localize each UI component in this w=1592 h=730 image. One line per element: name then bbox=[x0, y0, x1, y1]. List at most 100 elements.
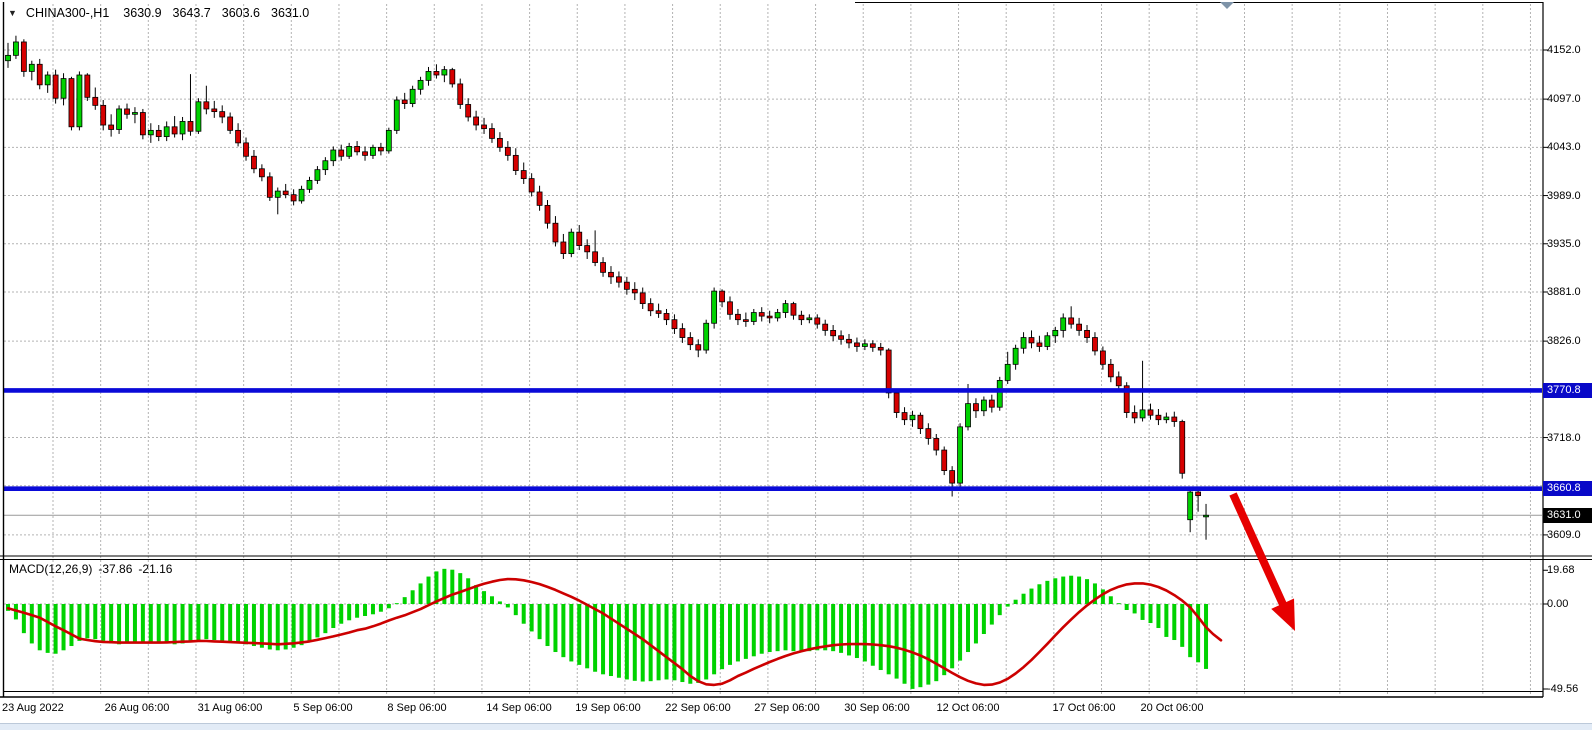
bear-candle-body bbox=[585, 246, 590, 252]
macd-histogram-bar bbox=[744, 604, 748, 659]
macd-histogram-bar bbox=[228, 604, 232, 642]
trend-arrow-shaft[interactable] bbox=[1233, 494, 1285, 609]
bear-candle-body bbox=[759, 313, 764, 317]
bull-candle-body bbox=[704, 323, 709, 350]
bull-candle-body bbox=[418, 80, 423, 89]
bear-candle-body bbox=[1069, 318, 1074, 324]
bear-candle-body bbox=[577, 232, 582, 245]
quote-open: 3630.9 bbox=[123, 6, 161, 20]
macd-histogram-bar bbox=[807, 604, 811, 651]
macd-histogram-bar bbox=[117, 604, 121, 644]
bear-candle-body bbox=[815, 318, 820, 324]
macd-histogram-bar bbox=[720, 604, 724, 669]
macd-histogram-bar bbox=[728, 604, 732, 665]
bear-candle-body bbox=[259, 169, 264, 177]
macd-histogram-bar bbox=[498, 601, 502, 604]
macd-histogram-bar bbox=[355, 604, 359, 618]
macd-histogram-bar bbox=[387, 604, 391, 608]
bear-candle-body bbox=[69, 79, 74, 127]
macd-histogram-bar bbox=[966, 604, 970, 652]
bear-candle-body bbox=[172, 127, 177, 134]
macd-histogram-bar bbox=[125, 604, 129, 643]
macd-histogram-bar bbox=[672, 604, 676, 680]
macd-histogram-bar bbox=[260, 604, 264, 648]
bear-candle-body bbox=[1132, 413, 1137, 418]
bull-candle-body bbox=[1013, 348, 1018, 364]
bear-candle-body bbox=[1180, 421, 1185, 473]
macd-histogram-bar bbox=[427, 577, 431, 604]
macd-histogram-bar bbox=[665, 604, 669, 679]
macd-histogram-bar bbox=[1164, 604, 1168, 637]
bull-candle-body bbox=[132, 113, 137, 115]
macd-histogram-bar bbox=[791, 604, 795, 651]
bear-candle-body bbox=[474, 117, 479, 125]
macd-histogram-bar bbox=[1133, 604, 1137, 613]
bear-candle-body bbox=[291, 195, 296, 201]
macd-histogram-bar bbox=[910, 604, 914, 689]
chart-window[interactable]: ▼ CHINA300-,H1 3630.9 3643.7 3603.6 3631… bbox=[0, 0, 1592, 730]
bull-candle-body bbox=[323, 161, 328, 170]
candlestick-chart[interactable] bbox=[0, 0, 1592, 730]
macd-histogram-bar bbox=[1029, 589, 1033, 604]
bear-candle-body bbox=[267, 177, 272, 198]
bull-candle-body bbox=[1164, 417, 1169, 420]
macd-histogram-bar bbox=[1125, 604, 1129, 610]
bull-candle-body bbox=[981, 400, 986, 411]
macd-histogram-bar bbox=[950, 604, 954, 668]
macd-histogram-bar bbox=[569, 604, 573, 661]
macd-histogram-bar bbox=[395, 603, 399, 604]
macd-histogram-bar bbox=[181, 604, 185, 643]
macd-histogram-bar bbox=[942, 604, 946, 675]
bull-candle-body bbox=[13, 42, 18, 55]
bear-candle-body bbox=[545, 205, 550, 223]
bull-candle-body bbox=[331, 150, 336, 161]
bear-candle-body bbox=[434, 71, 439, 75]
bear-candle-body bbox=[1085, 330, 1090, 337]
macd-histogram-bar bbox=[466, 578, 470, 604]
bear-candle-body bbox=[1196, 492, 1201, 496]
macd-histogram-bar bbox=[252, 604, 256, 646]
bear-candle-body bbox=[847, 339, 852, 343]
bear-candle-body bbox=[283, 191, 288, 195]
macd-histogram-bar bbox=[712, 604, 716, 674]
macd-histogram-bar bbox=[212, 604, 216, 640]
macd-histogram-bar bbox=[1085, 579, 1089, 604]
bull-candle-body bbox=[386, 130, 391, 151]
bear-candle-body bbox=[735, 314, 740, 319]
bull-candle-body bbox=[958, 427, 963, 483]
bear-candle-body bbox=[648, 304, 653, 311]
bull-candle-body bbox=[783, 304, 788, 313]
bear-candle-body bbox=[1100, 351, 1105, 364]
bear-candle-body bbox=[188, 121, 193, 131]
window-bottom-strip bbox=[0, 723, 1592, 730]
quote-close: 3631.0 bbox=[271, 6, 309, 20]
macd-histogram-bar bbox=[347, 604, 351, 620]
bull-candle-body bbox=[180, 121, 185, 134]
macd-histogram-bar bbox=[561, 604, 565, 657]
bear-candle-body bbox=[204, 102, 209, 109]
macd-histogram-bar bbox=[77, 604, 81, 641]
bull-candle-body bbox=[370, 147, 375, 155]
bear-candle-body bbox=[339, 150, 344, 156]
macd-histogram-bar bbox=[1180, 604, 1184, 647]
macd-histogram-bar bbox=[133, 604, 137, 643]
bear-candle-body bbox=[608, 272, 613, 276]
macd-histogram-bar bbox=[1156, 604, 1160, 628]
bear-candle-body bbox=[886, 350, 891, 393]
macd-signal-value: -21.16 bbox=[138, 562, 172, 576]
bear-candle-body bbox=[466, 104, 471, 117]
bull-candle-body bbox=[307, 180, 312, 189]
bear-candle-body bbox=[878, 347, 883, 350]
bear-candle-body bbox=[902, 413, 907, 420]
bear-candle-body bbox=[854, 343, 859, 347]
macd-histogram-bar bbox=[926, 604, 930, 685]
symbol-dropdown-icon[interactable]: ▼ bbox=[8, 8, 17, 18]
bear-candle-body bbox=[656, 311, 661, 314]
macd-histogram-bar bbox=[196, 604, 200, 640]
macd-histogram-bar bbox=[974, 604, 978, 643]
chart-shift-marker-icon[interactable] bbox=[1220, 2, 1234, 9]
macd-histogram-bar bbox=[530, 604, 534, 631]
macd-histogram-bar bbox=[403, 597, 407, 604]
macd-histogram-bar bbox=[38, 604, 42, 650]
bear-candle-body bbox=[482, 125, 487, 129]
